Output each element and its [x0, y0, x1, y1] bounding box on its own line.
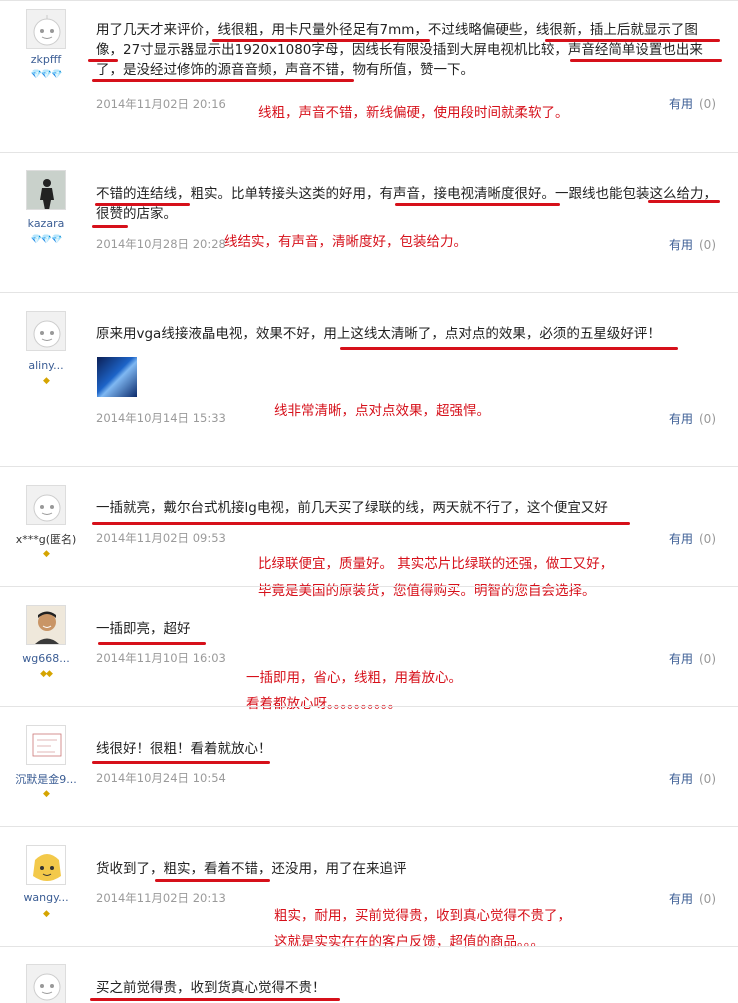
useful-button[interactable]: 有用 (0) [669, 530, 716, 547]
annotation-underline [92, 761, 270, 764]
level-badge: ◆◆ [40, 669, 53, 679]
annotation-note: 这就是实实在在的客户反馈，超值的商品。。。 [274, 934, 544, 950]
useful-count: (0) [699, 412, 716, 426]
annotation-underline [95, 203, 190, 206]
useful-count: (0) [699, 892, 716, 906]
user-photo-icon [33, 854, 61, 881]
annotation-underline [92, 225, 128, 228]
divider [0, 292, 738, 293]
annotation-note: 比绿联便宜，质量好。 其实芯片比绿联的还强，做工又好， [258, 556, 614, 572]
level-badge: ◆ [43, 549, 50, 559]
useful-count: (0) [699, 97, 716, 111]
default-avatar-icon [33, 973, 61, 1001]
divider [0, 0, 738, 1]
annotation-underline [545, 39, 720, 42]
annotation-note: 一插即用，省心，线粗，用着放心。 [246, 670, 462, 686]
review-date: 2014年11月02日 20:16 [96, 97, 226, 111]
useful-label: 有用 [668, 238, 693, 252]
annotation-note: 粗实，耐用，买前觉得贵，收到真心觉得不贵了， [274, 908, 571, 924]
level-badge: ◆ [43, 789, 50, 799]
annotation-note: 线结实，有声音，清晰度好，包装给力。 [224, 234, 467, 250]
annotation-note: 看着都放心呀。。。。。。。。。。 [246, 696, 402, 712]
annotation-underline [92, 522, 630, 525]
review-date: 2014年11月10日 16:03 [96, 651, 226, 665]
annotation-underline [212, 39, 430, 42]
annotation-underline [92, 79, 354, 82]
useful-button[interactable]: 有用 (0) [669, 650, 716, 667]
annotation-underline [98, 642, 206, 645]
review-date: 2014年11月02日 09:53 [96, 531, 226, 545]
username[interactable]: zkpfff [0, 53, 92, 66]
review-text: 买之前觉得贵，收到货真心觉得不贵！ [96, 980, 326, 996]
annotation-note: 线粗，声音不错，新线偏硬，使用段时间就柔软了。 [258, 105, 569, 121]
useful-button[interactable]: 有用 (0) [669, 95, 716, 112]
review-text: 用了几天才来评价，线很粗，用卡尺量外径足有7mm，不过线略偏硬些，线很新，插上后… [96, 22, 703, 78]
username[interactable]: aliny... [0, 359, 92, 372]
default-avatar-icon [33, 494, 61, 522]
username[interactable]: 沉默是金9... [0, 771, 92, 787]
divider [0, 706, 738, 707]
avatar[interactable] [26, 485, 66, 525]
username[interactable]: kazara [0, 217, 92, 230]
annotation-note: 线非常清晰，点对点效果，超强悍。 [274, 403, 490, 419]
username[interactable]: wangy... [0, 891, 92, 904]
useful-button[interactable]: 有用 (0) [669, 770, 716, 787]
level-badge: 💎💎💎 [30, 70, 63, 80]
annotation-underline [155, 879, 270, 882]
user-photo-icon [27, 606, 65, 644]
annotation-underline [88, 59, 118, 62]
avatar[interactable] [26, 311, 66, 351]
review-text: 一插就亮，戴尔台式机接lg电视，前几天买了绿联的线，两天就不行了，这个便宜又好 [96, 500, 608, 516]
useful-label: 有用 [668, 412, 693, 426]
username: x***g(匿名) [15, 533, 77, 546]
annotation-underline [90, 998, 340, 1001]
useful-button[interactable]: 有用 (0) [669, 236, 716, 253]
annotation-note: 毕竟是美国的原装货，您值得购买。明智的您自会选择。 [258, 583, 596, 599]
review-date: 2014年11月02日 20:13 [96, 891, 226, 905]
avatar[interactable] [26, 9, 66, 49]
useful-label: 有用 [668, 892, 693, 906]
user-photo-icon [27, 171, 65, 209]
useful-count: (0) [699, 238, 716, 252]
level-badge: ◆ [43, 376, 50, 386]
divider [0, 586, 738, 587]
user-photo-icon [32, 733, 62, 757]
useful-count: (0) [699, 532, 716, 546]
avatar[interactable] [26, 170, 66, 210]
review-text: 货收到了，粗实，看着不错，还没用，用了在来追评 [96, 861, 407, 877]
avatar[interactable] [26, 845, 66, 885]
review-text: 线很好！很粗！看着就放心！ [96, 741, 272, 757]
useful-label: 有用 [668, 652, 693, 666]
default-avatar-icon [33, 15, 61, 46]
review-date: 2014年10月28日 20:28 [96, 237, 226, 251]
level-badge: 💎💎💎 [30, 235, 63, 245]
default-avatar-icon [33, 320, 61, 348]
divider [0, 152, 738, 153]
useful-count: (0) [699, 652, 716, 666]
review-date: 2014年10月24日 10:54 [96, 771, 226, 785]
review-text: 原来用vga线接液晶电视，效果不好，用上这线太清晰了，点对点的效果，必须的五星级… [96, 326, 661, 342]
avatar[interactable] [26, 964, 66, 1003]
useful-label: 有用 [668, 532, 693, 546]
useful-label: 有用 [668, 772, 693, 786]
annotation-underline [395, 203, 560, 206]
divider [0, 466, 738, 467]
annotation-underline [340, 347, 678, 350]
review-text: 一插即亮，超好 [96, 621, 191, 637]
avatar[interactable] [26, 605, 66, 645]
divider [0, 826, 738, 827]
useful-button[interactable]: 有用 (0) [669, 890, 716, 907]
annotation-underline [648, 200, 720, 203]
divider [0, 946, 738, 947]
level-badge: ◆ [43, 909, 50, 919]
useful-count: (0) [699, 772, 716, 786]
useful-label: 有用 [668, 97, 693, 111]
avatar[interactable] [26, 725, 66, 765]
review-date: 2014年10月14日 15:33 [96, 411, 226, 425]
annotation-underline [570, 59, 722, 62]
username[interactable]: wg668... [0, 652, 92, 665]
review-photo-thumbnail[interactable] [97, 357, 137, 397]
useful-button[interactable]: 有用 (0) [669, 410, 716, 427]
